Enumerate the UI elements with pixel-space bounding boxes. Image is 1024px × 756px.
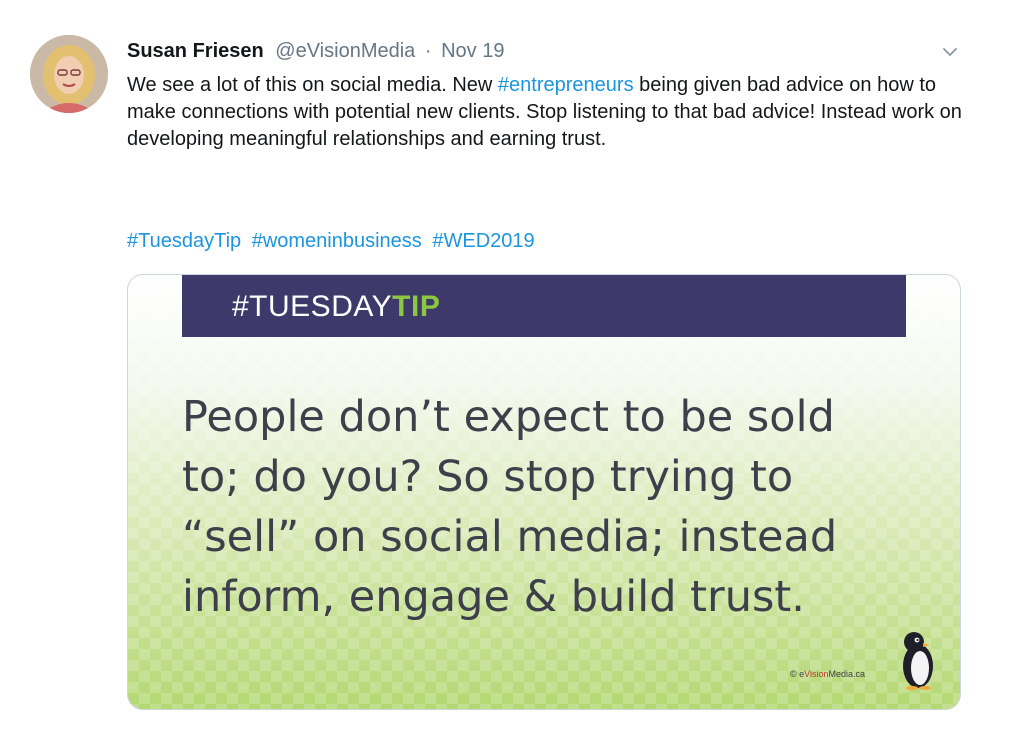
profile-photo-icon: [30, 35, 108, 113]
tweet-header: Susan Friesen @eVisionMedia · Nov 19: [127, 38, 504, 64]
quote-line: “sell” on social media; instead: [182, 512, 838, 562]
tweet-text-part1: We see a lot of this on social media. Ne…: [127, 74, 498, 96]
quote-text: People don’t expect to be sold to; do yo…: [182, 387, 902, 627]
hashtag-link[interactable]: #TuesdayTip: [127, 230, 241, 252]
banner-title: #TUESDAYTIP: [232, 289, 440, 325]
tweet-text: We see a lot of this on social media. Ne…: [127, 72, 972, 153]
penguin-logo-icon: [898, 630, 938, 690]
display-name[interactable]: Susan Friesen: [127, 40, 264, 62]
banner-title-prefix: #TUESDAY: [232, 290, 393, 323]
hashtag-link[interactable]: #entrepreneurs: [498, 74, 634, 96]
tip-banner: #TUESDAYTIP: [182, 275, 906, 337]
chevron-down-icon: [943, 48, 957, 56]
quote-line: to; do you? So stop trying to: [182, 452, 794, 502]
watermark-suffix: Media.ca: [828, 669, 866, 679]
quote-line: People don’t expect to be sold: [182, 392, 835, 442]
hashtag-link[interactable]: #WED2019: [432, 230, 534, 252]
hashtag-list: #TuesdayTip #womeninbusiness #WED2019: [127, 228, 540, 255]
tweet-image-card[interactable]: #TUESDAYTIP People don’t expect to be so…: [127, 274, 961, 710]
watermark-prefix: © e: [790, 669, 805, 679]
quote-line: inform, engage & build trust.: [182, 572, 805, 622]
more-options-button[interactable]: [938, 40, 962, 64]
banner-title-accent: TIP: [392, 290, 441, 323]
tweet-date[interactable]: Nov 19: [441, 40, 504, 62]
user-handle[interactable]: @eVisionMedia: [275, 40, 415, 62]
watermark: © eVisionMedia.ca: [790, 669, 865, 679]
separator-dot: ·: [424, 40, 432, 62]
tweet[interactable]: Susan Friesen @eVisionMedia · Nov 19 We …: [0, 0, 1024, 756]
hashtag-link[interactable]: #womeninbusiness: [252, 230, 422, 252]
watermark-brand: Vision: [804, 669, 829, 679]
avatar[interactable]: [30, 35, 108, 113]
